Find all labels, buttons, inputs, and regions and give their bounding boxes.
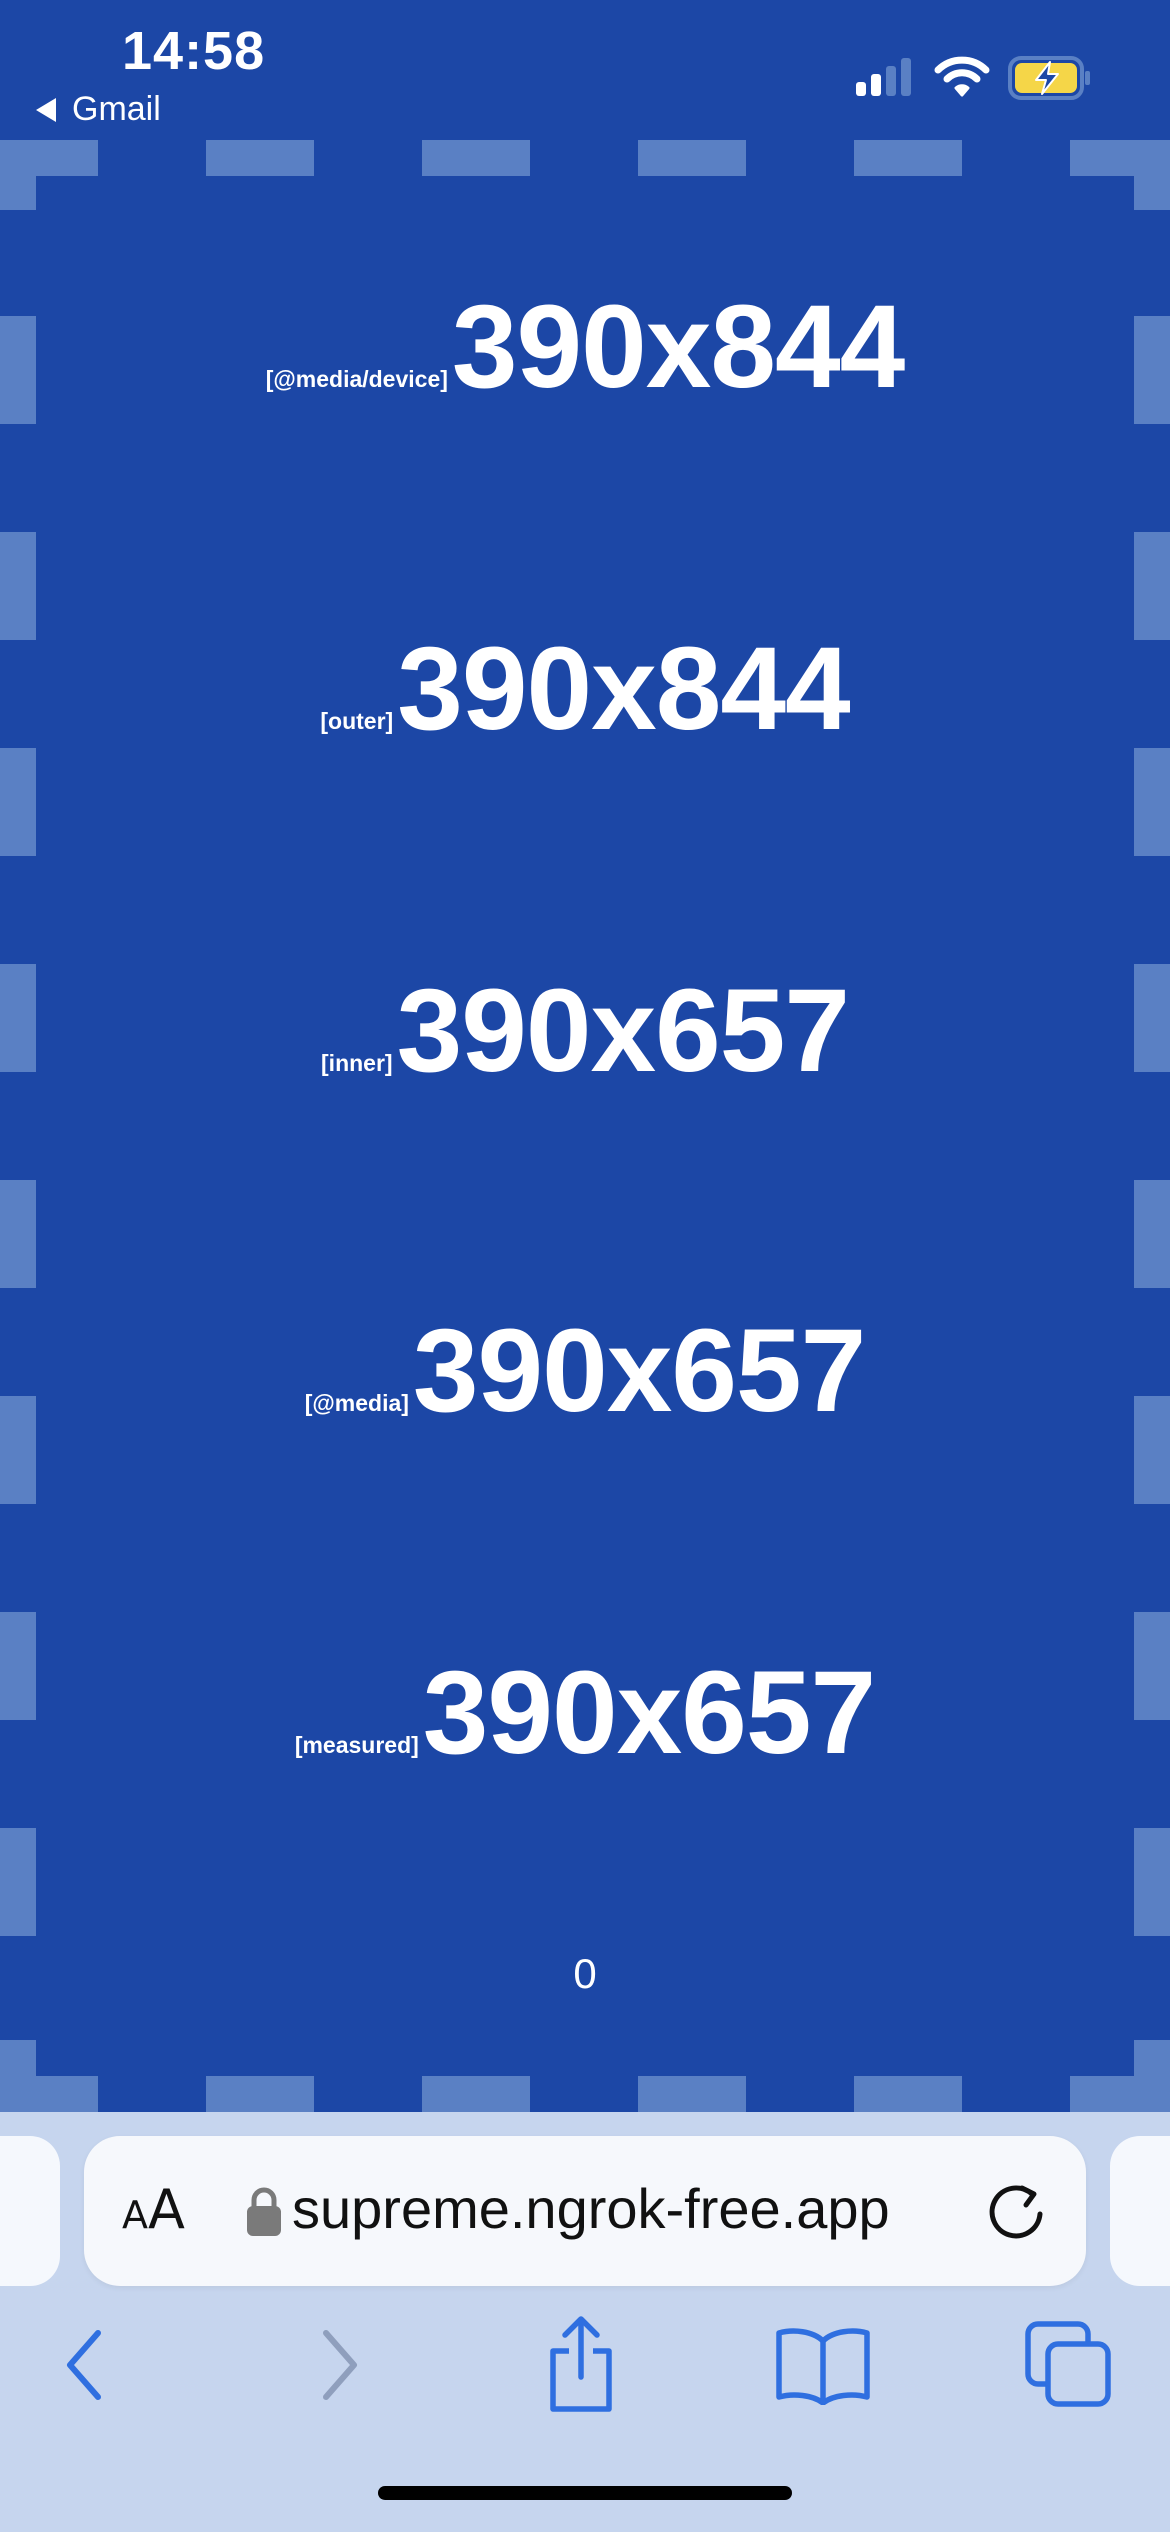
measurement-label: [inner] (321, 1050, 393, 1076)
safari-bottom-bar: AA supreme.ngrok-free.app (0, 2112, 1170, 2532)
viewport-content: [@media/device] 390x844 [outer] 390x844 … (0, 140, 1170, 2112)
measurement-value: 390x657 (396, 965, 850, 1097)
aa-small-letter: A (122, 2193, 148, 2237)
status-time: 14:58 (122, 21, 266, 81)
address-bar[interactable]: AA supreme.ngrok-free.app (84, 2136, 1086, 2286)
bookmarks-button[interactable] (768, 2310, 878, 2420)
page-settings-button[interactable]: AA (122, 2178, 185, 2241)
measurement-value: 390x844 (451, 281, 905, 413)
status-bar: 14:58 Gmail (0, 0, 1170, 140)
forward-button[interactable] (284, 2310, 394, 2420)
measurement-inner-row: [inner] 390x657 (0, 972, 1170, 1090)
measurement-measured-row: [measured] 390x657 (0, 1654, 1170, 1772)
back-triangle-icon (36, 97, 56, 122)
back-to-app-label: Gmail (72, 90, 161, 128)
measurement-label: [@media] (304, 1390, 409, 1416)
previous-tab-preview[interactable] (0, 2136, 60, 2286)
back-button[interactable] (30, 2310, 140, 2420)
safari-toolbar (0, 2302, 1170, 2432)
share-icon (550, 2316, 612, 2412)
chevron-right-icon (323, 2330, 357, 2400)
measurement-device-row: [@media/device] 390x844 (0, 288, 1170, 406)
dashed-viewport-border (0, 140, 1170, 2112)
measurement-media-row: [@media] 390x657 (0, 1312, 1170, 1430)
share-button[interactable] (526, 2310, 636, 2420)
measurement-value: 390x657 (412, 1305, 866, 1437)
battery-charging-icon (1008, 56, 1090, 100)
next-tab-preview[interactable] (1110, 2136, 1170, 2286)
cellular-signal-icon (856, 58, 911, 96)
counter-value: 0 (573, 1950, 597, 1997)
back-to-app-link[interactable]: Gmail (36, 90, 161, 129)
reload-icon[interactable] (982, 2176, 1052, 2246)
url-text[interactable]: supreme.ngrok-free.app (292, 2176, 1032, 2241)
lock-icon (247, 2187, 281, 2236)
measurement-label: [outer] (320, 708, 394, 734)
tabs-icon (1025, 2321, 1111, 2407)
measurement-value: 390x657 (422, 1647, 876, 1779)
tabs-button[interactable] (1014, 2310, 1124, 2420)
screen: 14:58 Gmail [@media/device] 390x844 [out… (0, 0, 1170, 2532)
home-indicator[interactable] (378, 2486, 792, 2500)
measurement-label: [measured] (294, 1732, 419, 1758)
measurement-value: 390x844 (397, 623, 850, 755)
aa-large-letter: A (148, 2178, 185, 2241)
measurement-outer-row: [outer] 390x844 (0, 630, 1170, 748)
book-icon (776, 2328, 870, 2405)
measurement-label: [@media/device] (265, 366, 448, 392)
chevron-left-icon (67, 2330, 101, 2400)
wifi-icon (934, 56, 990, 97)
